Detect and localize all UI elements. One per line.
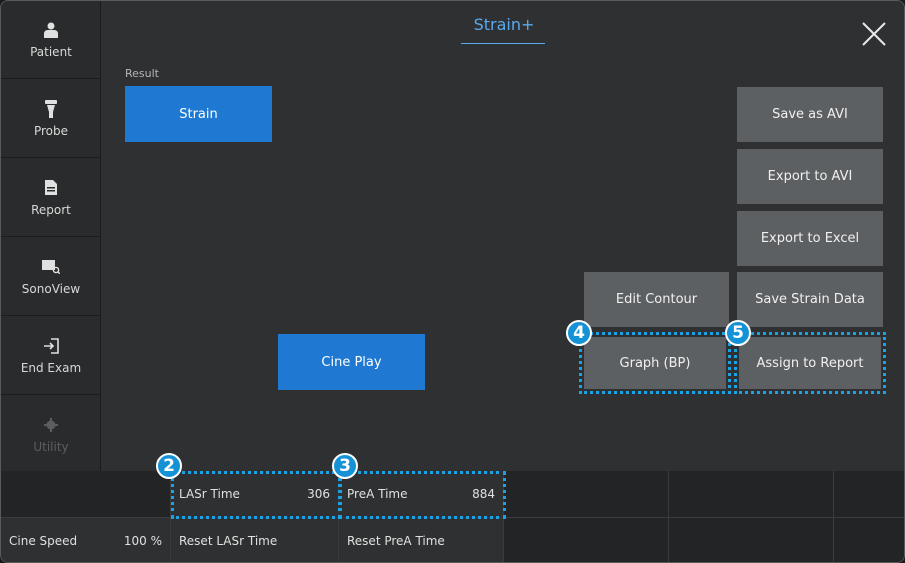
page-title: Strain+ (473, 15, 535, 34)
save-strain-data-button[interactable]: Save Strain Data (737, 272, 883, 327)
softkey-empty (834, 518, 904, 562)
gear-icon (42, 416, 60, 434)
softkey-empty (504, 518, 669, 562)
sidebar-item-utility[interactable]: Utility (1, 396, 101, 474)
main-panel: Strain+ Result Strain Cine Play Save as … (101, 1, 904, 471)
sidebar-item-patient[interactable]: Patient (1, 1, 101, 79)
assign-to-report-button[interactable]: Assign to Report (734, 332, 886, 394)
lasr-time-field[interactable]: LASr Time 306 (171, 471, 339, 518)
graph-bp-button[interactable]: Graph (BP) (579, 332, 731, 394)
document-icon (42, 179, 60, 197)
softkey-empty (504, 471, 669, 518)
reset-prea-time-label: Reset PreA Time (347, 533, 445, 548)
probe-icon (42, 99, 60, 118)
result-label: Result (125, 67, 159, 80)
sidebar-item-label: Patient (30, 44, 72, 59)
lasr-time-label: LASr Time (179, 487, 240, 501)
callout-badge-4: 4 (566, 320, 592, 346)
export-to-excel-button[interactable]: Export to Excel (737, 211, 883, 266)
exit-icon (42, 337, 60, 355)
softkey-empty (669, 471, 834, 518)
reset-lasr-time-button[interactable]: Reset LASr Time (171, 518, 339, 562)
softkey-empty (834, 471, 904, 518)
sidebar-item-label: Report (31, 202, 71, 217)
sidebar-item-label: SonoView (21, 281, 81, 296)
cine-play-button[interactable]: Cine Play (278, 334, 425, 390)
bottom-softkey-panel: LASr Time 306 PreA Time 884 Cine Speed 1… (1, 471, 904, 562)
sidebar: Patient Probe Report SonoView End Exam U… (1, 1, 101, 474)
sidebar-item-report[interactable]: Report (1, 159, 101, 237)
sidebar-item-label: End Exam (20, 360, 82, 375)
sonoview-icon (42, 258, 60, 276)
reset-lasr-time-label: Reset LASr Time (179, 533, 278, 548)
strain-button[interactable]: Strain (125, 86, 272, 142)
lasr-time-value: 306 (307, 487, 330, 501)
prea-time-field[interactable]: PreA Time 884 (339, 471, 504, 518)
sidebar-item-label: Probe (33, 123, 69, 138)
title-underline (461, 43, 545, 44)
sidebar-item-label: Utility (33, 439, 69, 454)
sidebar-item-end-exam[interactable]: End Exam (1, 317, 101, 395)
prea-time-value: 884 (472, 487, 495, 501)
save-as-avi-button[interactable]: Save as AVI (737, 87, 883, 142)
prea-time-label: PreA Time (347, 487, 408, 501)
cine-speed-field[interactable]: Cine Speed 100 % (1, 518, 171, 562)
edit-contour-button[interactable]: Edit Contour (584, 272, 729, 327)
close-button[interactable] (859, 19, 889, 49)
reset-prea-time-button[interactable]: Reset PreA Time (339, 518, 504, 562)
callout-badge-5: 5 (725, 320, 751, 346)
callout-badge-2: 2 (156, 453, 182, 479)
sidebar-item-sonoview[interactable]: SonoView (1, 238, 101, 316)
app-window: Patient Probe Report SonoView End Exam U… (0, 0, 905, 563)
close-icon (862, 22, 886, 46)
sidebar-item-probe[interactable]: Probe (1, 80, 101, 158)
cine-speed-value: 100 % (123, 533, 162, 548)
softkey-empty (669, 518, 834, 562)
softkey-empty (1, 471, 171, 518)
callout-badge-3: 3 (332, 453, 358, 479)
cine-speed-label: Cine Speed (9, 533, 78, 548)
person-icon (42, 21, 60, 39)
export-to-avi-button[interactable]: Export to AVI (737, 149, 883, 204)
